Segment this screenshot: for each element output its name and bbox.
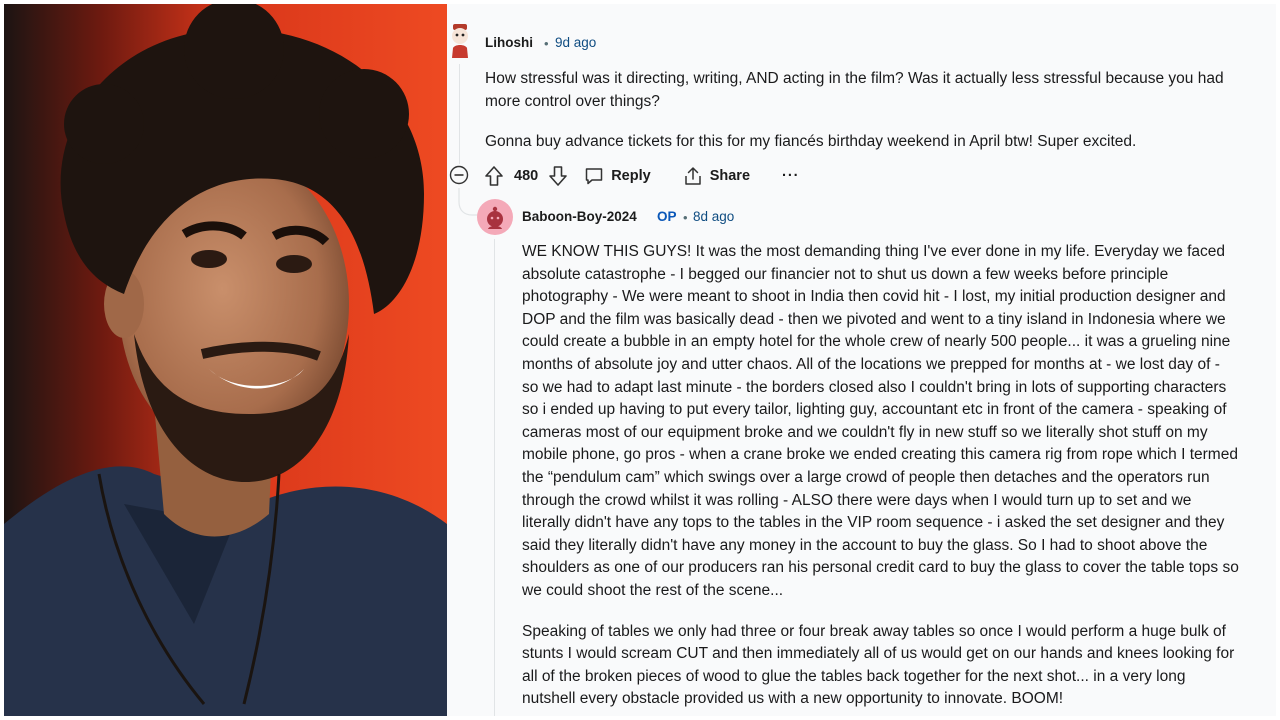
comment-paragraph: Gonna buy advance tickets for this for m… <box>485 133 1137 151</box>
reply-line: said they literally didn't have any mone… <box>522 536 1208 554</box>
reply-timestamp[interactable]: 8d ago <box>693 209 734 224</box>
reply-line: all of the broken pieces of wood to glue… <box>522 667 1186 685</box>
downvote-arrow-icon <box>549 166 568 186</box>
reply-line: literally didn't have any tops to the ta… <box>522 514 1225 532</box>
snoo-avatar-icon <box>452 24 468 58</box>
reply-line: so i ended up having to put every tailor… <box>522 401 1227 419</box>
reply-line: absolute catastrophe - I begged our fina… <box>522 265 1169 283</box>
comment-paragraph: more control over things? <box>485 92 660 110</box>
reply-line: cameras most of our equipment broke and … <box>522 423 1208 441</box>
reply-line: stunts I would scream CUT and then immed… <box>522 645 1235 663</box>
reply-line: Speaking of tables we only had three or … <box>522 622 1226 640</box>
downvote-button[interactable] <box>548 165 568 187</box>
comment-timestamp[interactable]: 9d ago <box>555 35 596 50</box>
reply-bubble-icon <box>585 168 603 185</box>
comment-paragraph: How stressful was it directing, writing,… <box>485 70 1224 87</box>
reply-line: nutshell every obstacle provided us with… <box>522 690 1064 708</box>
portrait-photo <box>4 4 447 716</box>
share-icon <box>684 167 701 185</box>
reply-line: we could shoot the rest of the scene... <box>522 581 784 599</box>
portrait-illustration <box>4 4 447 716</box>
more-options-button[interactable]: ··· <box>782 168 800 184</box>
reply-line: mobile phone, go pros - when a crane bro… <box>522 446 1238 464</box>
reply-body: WE KNOW THIS GUYS! It was the most deman… <box>522 241 1239 711</box>
comment-username[interactable]: Lihoshi <box>485 35 533 50</box>
reply-line: the “pendulum cam” which swings over a l… <box>522 468 1210 486</box>
vote-group: 480 <box>484 165 568 187</box>
op-badge: OP <box>657 209 677 224</box>
vote-count: 480 <box>514 168 539 184</box>
upvote-button[interactable] <box>484 165 504 187</box>
meta-separator: • <box>683 210 688 225</box>
share-button[interactable]: Share <box>683 166 750 186</box>
default-snoo-avatar-icon <box>487 206 503 229</box>
reply-line: WE KNOW THIS GUYS! It was the most deman… <box>522 243 1226 260</box>
reply-label: Reply <box>611 168 651 184</box>
reply-thread-line[interactable] <box>494 239 495 716</box>
reply-line: through the crowd whilst it was rolling … <box>522 491 1192 509</box>
comment-body: How stressful was it directing, writing,… <box>485 68 1224 154</box>
more-options-icon: ··· <box>782 168 800 184</box>
collapse-button[interactable] <box>449 165 469 185</box>
user-avatar-lihoshi[interactable] <box>447 22 473 60</box>
reply-button[interactable]: Reply <box>584 166 651 186</box>
upvote-arrow-icon <box>485 166 503 186</box>
thread-line[interactable] <box>459 64 460 164</box>
reply-line: could create a bubble in an empty hotel … <box>522 333 1231 351</box>
user-avatar-baboon-boy[interactable] <box>477 199 513 235</box>
reply-line: so we had to adapt last minute - the bor… <box>522 378 1227 396</box>
reply-line: DOP and the film was basically dead - th… <box>522 310 1226 328</box>
meta-separator: • <box>544 36 549 51</box>
comment-thread: Lihoshi • 9d ago How stressful was it di… <box>447 4 1276 716</box>
comment-action-bar: 480 Reply Share ··· <box>484 164 800 188</box>
reply-line: shoulders as one of our producers ran hi… <box>522 559 1239 577</box>
collapse-minus-icon <box>449 165 469 185</box>
share-label: Share <box>709 168 751 184</box>
reply-line: months of absolute joy and utter chaos. … <box>522 355 1220 373</box>
reply-line: photography - We were meant to shoot in … <box>522 288 1226 306</box>
reply-username[interactable]: Baboon-Boy-2024 <box>522 209 637 224</box>
